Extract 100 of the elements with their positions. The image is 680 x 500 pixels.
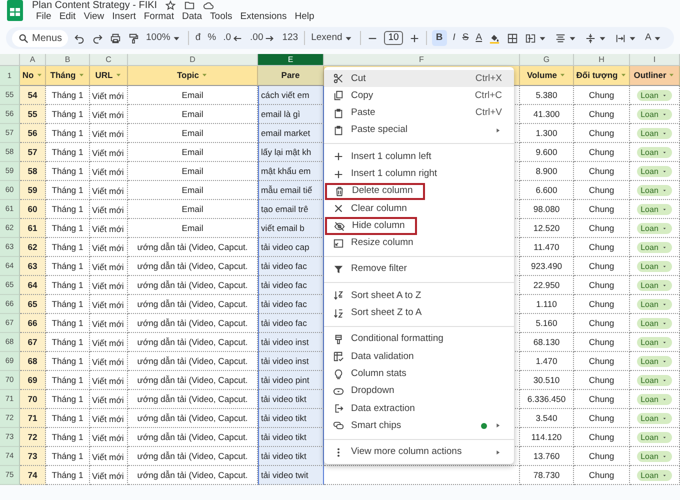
menu-item[interactable]: Hide column xyxy=(325,217,417,235)
print-button[interactable] xyxy=(109,32,122,44)
font-size-field[interactable]: 10 xyxy=(384,31,403,45)
menu-item[interactable]: Dropdown xyxy=(324,382,514,400)
currency-button[interactable]: đ xyxy=(194,31,202,45)
column-header[interactable]: H xyxy=(574,54,630,66)
menu-item[interactable]: Cut Ctrl+X xyxy=(324,70,514,88)
column-header[interactable]: E xyxy=(258,54,324,66)
text-color-button[interactable]: A xyxy=(474,31,484,45)
column-header[interactable]: C xyxy=(90,54,128,66)
menu-item[interactable]: Help xyxy=(290,11,318,23)
table-cell: Chung xyxy=(574,124,630,143)
column-header[interactable]: F xyxy=(324,54,520,66)
header-label: Đối tượng xyxy=(576,69,618,82)
menu-item[interactable]: Copy Ctrl+C xyxy=(324,87,514,105)
table-cell: Chung xyxy=(574,352,630,371)
undo-button[interactable] xyxy=(73,32,86,44)
menu-item[interactable]: Sort sheet A to Z xyxy=(324,287,514,305)
italic-button[interactable]: I xyxy=(452,31,456,45)
table-cell: Tháng 1 xyxy=(46,295,90,314)
table-cell: Viết mới xyxy=(90,257,128,276)
dropdown-chip[interactable]: Loan xyxy=(636,146,672,158)
menu-item[interactable]: File xyxy=(32,11,56,23)
dropdown-chip[interactable]: Loan xyxy=(636,90,672,100)
table-cell: Chung xyxy=(574,162,630,181)
menu-item[interactable]: Data extraction xyxy=(324,400,514,418)
dropdown-chip[interactable]: Loan xyxy=(636,242,672,252)
dropdown-chip[interactable]: Loan xyxy=(636,280,672,290)
redo-button[interactable] xyxy=(91,32,104,44)
table-cell: 30.510 xyxy=(520,371,574,390)
menu-item[interactable]: Edit xyxy=(55,11,80,23)
decrease-decimals-button[interactable]: .0 xyxy=(222,31,244,45)
star-icon xyxy=(165,0,176,11)
column-header[interactable]: D xyxy=(128,54,258,66)
menu-item[interactable]: Remove filter xyxy=(324,260,514,278)
fill-color-button[interactable] xyxy=(488,32,502,44)
menu-item[interactable]: Paste Ctrl+V xyxy=(324,104,514,122)
percent-button[interactable]: % xyxy=(206,31,218,45)
menu-item[interactable]: Insert 1 column right xyxy=(324,165,514,183)
menu-item[interactable]: Delete column xyxy=(325,182,425,200)
dropdown-chip[interactable]: Loan xyxy=(636,336,672,348)
paint-format-button[interactable] xyxy=(127,32,140,44)
menu-item[interactable]: Conditional formatting xyxy=(324,330,514,348)
table-cell: Chung xyxy=(574,143,630,162)
caret-icon xyxy=(661,188,668,192)
zoom-dropdown[interactable]: 100% xyxy=(145,31,184,45)
dropdown-chip[interactable]: Loan xyxy=(636,298,672,310)
menu-item[interactable]: Clear column xyxy=(324,200,514,218)
caret-icon xyxy=(661,434,668,440)
dropdown-chip[interactable]: Loan xyxy=(636,318,672,328)
menu-item[interactable]: Smart chips xyxy=(324,417,514,435)
menu-item[interactable]: Extensions xyxy=(236,11,291,23)
bold-button[interactable]: B xyxy=(432,30,447,46)
strikethrough-button[interactable]: S xyxy=(461,31,470,45)
dropdown-chip[interactable]: Loan xyxy=(636,394,672,404)
menu-item[interactable]: Insert xyxy=(108,11,140,23)
corner-cell[interactable] xyxy=(0,54,20,66)
column-header[interactable]: A xyxy=(20,54,46,66)
dropdown-chip[interactable]: Loan xyxy=(636,412,672,424)
font-dropdown[interactable]: Lexend xyxy=(310,31,356,45)
increase-decimals-button[interactable]: .00 xyxy=(249,31,276,45)
menu-item[interactable]: Format xyxy=(140,11,178,23)
dropdown-chip[interactable]: Loan xyxy=(636,222,672,234)
table-cell: Viết mới xyxy=(90,200,128,219)
trash-icon xyxy=(334,186,345,197)
menu-item[interactable]: Tools xyxy=(206,11,236,23)
dropdown-chip[interactable]: Loan xyxy=(636,450,672,462)
dropdown-chip[interactable]: Loan xyxy=(636,128,672,138)
menu-item[interactable]: Data xyxy=(178,11,206,23)
sheets-logo-icon[interactable] xyxy=(6,0,24,22)
dropdown-chip[interactable]: Loan xyxy=(636,108,672,120)
dropdown-chip[interactable]: Loan xyxy=(636,166,672,176)
table-cell: Viết mới xyxy=(90,314,128,333)
dropdown-chip[interactable]: Loan xyxy=(636,432,672,442)
column-header[interactable]: G xyxy=(520,54,574,66)
dropdown-chip[interactable]: Loan xyxy=(636,204,672,214)
borders-button[interactable] xyxy=(506,32,520,44)
dropdown-chip[interactable]: Loan xyxy=(636,184,672,196)
column-header[interactable]: I xyxy=(630,54,680,66)
menu-item[interactable]: Data validation xyxy=(324,348,514,366)
menu-item[interactable]: Insert 1 column left xyxy=(324,148,514,166)
table-cell: 1.110 xyxy=(520,295,574,314)
number-format-button[interactable]: 123 xyxy=(281,31,300,45)
table-cell: Chung xyxy=(574,295,630,314)
menu-item[interactable]: Sort sheet Z to A xyxy=(324,304,514,322)
menu-item[interactable]: Paste special xyxy=(324,122,514,140)
menu-item[interactable]: Resize column xyxy=(324,234,514,252)
menu-item[interactable]: View xyxy=(80,11,108,23)
menu-item[interactable]: View more column actions xyxy=(324,444,514,461)
table-cell: Chung xyxy=(574,200,630,219)
menu-item[interactable]: Column stats xyxy=(324,365,514,383)
merge-cells-icon xyxy=(525,32,536,44)
dropdown-chip[interactable]: Loan xyxy=(636,470,672,480)
dropdown-chip[interactable]: Loan xyxy=(636,356,672,366)
dropdown-chip[interactable]: Loan xyxy=(636,374,672,386)
menus-search-field[interactable]: Menus xyxy=(12,30,68,46)
dropdown-chip[interactable]: Loan xyxy=(636,260,672,272)
document-title[interactable]: Plan Content Strategy - FIKI xyxy=(32,0,158,11)
text-rotation-button[interactable]: A xyxy=(644,31,664,45)
column-header[interactable]: B xyxy=(46,54,90,66)
